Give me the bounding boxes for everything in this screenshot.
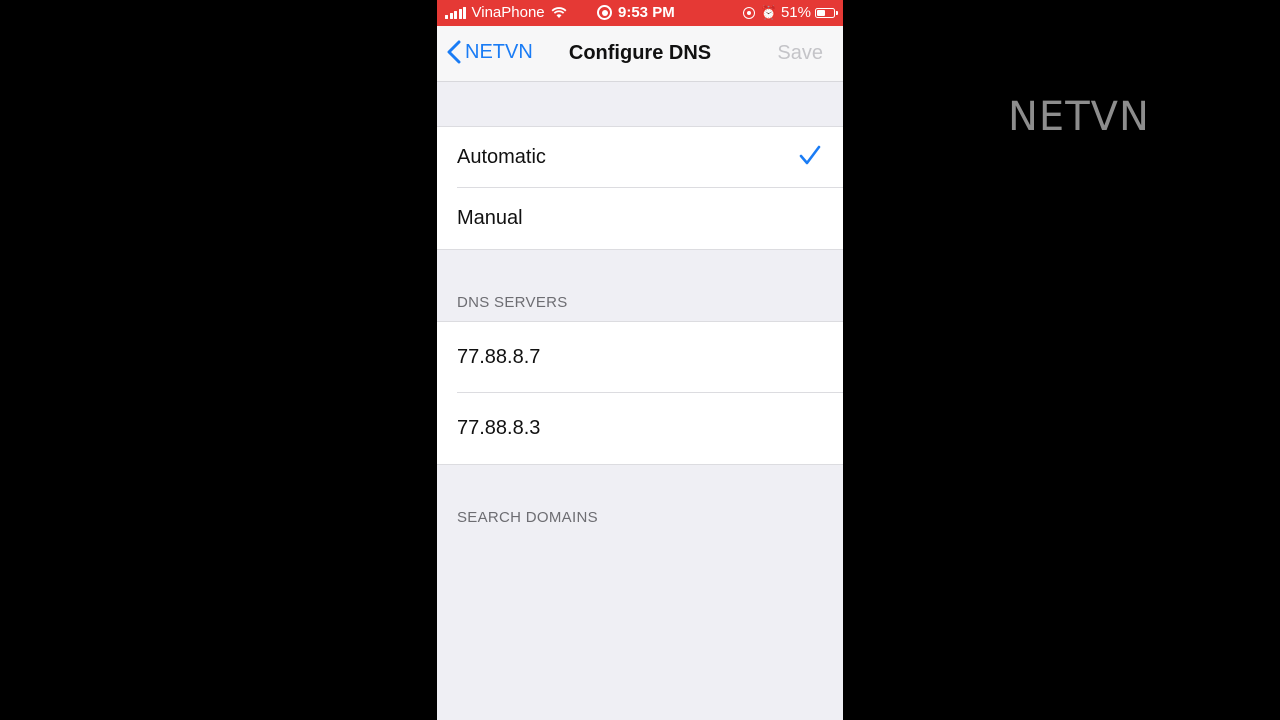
- watermark-logo: NETVN: [1008, 94, 1150, 140]
- navigation-bar: NETVN Configure DNS Save: [437, 26, 843, 82]
- screen-record-icon: [597, 5, 612, 20]
- battery-percent: 51%: [780, 4, 811, 21]
- dns-server-row[interactable]: 77.88.8.7: [437, 322, 843, 393]
- option-label: Automatic: [457, 146, 546, 168]
- alarm-icon: ⏰: [760, 4, 777, 20]
- dns-server-value: 77.88.8.7: [457, 346, 541, 368]
- status-center: 9:53 PM: [597, 4, 675, 21]
- status-right: ⏰ 51%: [742, 4, 838, 21]
- orientation-lock-icon: [742, 6, 755, 19]
- status-time: 9:53 PM: [618, 4, 675, 21]
- signal-icon: [445, 6, 468, 19]
- status-left: VinaPhone: [445, 4, 567, 21]
- save-button[interactable]: Save: [777, 42, 823, 65]
- dns-server-value: 77.88.8.3: [457, 417, 541, 439]
- phone-screen: VinaPhone 9:53 PM ⏰ 51% NETVN Configure …: [437, 0, 843, 720]
- status-bar: VinaPhone 9:53 PM ⏰ 51%: [437, 0, 843, 26]
- option-automatic[interactable]: Automatic: [437, 127, 843, 188]
- option-manual[interactable]: Manual: [437, 188, 843, 249]
- dns-mode-group: Automatic Manual: [437, 126, 843, 250]
- search-domains-header: SEARCH DOMAINS: [457, 509, 598, 526]
- dns-servers-header: DNS SERVERS: [457, 294, 568, 311]
- wifi-icon: [551, 6, 567, 18]
- checkmark-icon: [799, 145, 821, 165]
- battery-fill: [817, 9, 826, 16]
- option-label: Manual: [457, 207, 523, 229]
- dns-server-row[interactable]: 77.88.8.3: [437, 393, 843, 464]
- battery-icon: [815, 7, 838, 18]
- dns-servers-group: 77.88.8.7 77.88.8.3: [437, 321, 843, 465]
- carrier-name: VinaPhone: [471, 4, 545, 21]
